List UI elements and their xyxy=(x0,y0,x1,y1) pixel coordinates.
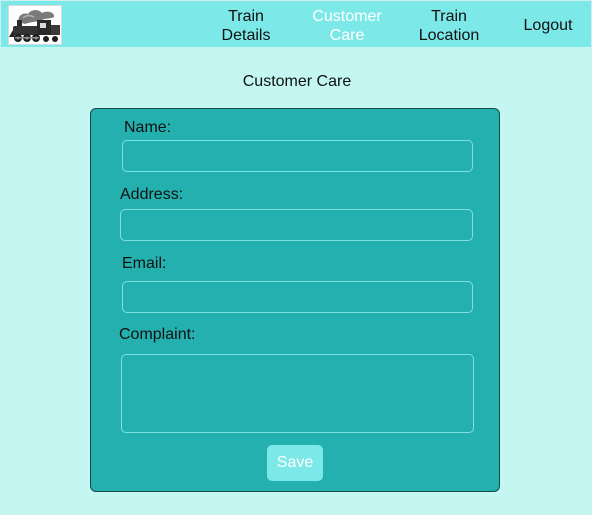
email-label: Email: xyxy=(122,255,167,272)
nav-train-location[interactable]: Train Location xyxy=(409,7,489,45)
nav-train-location-line1: Train xyxy=(431,8,467,25)
nav-customer-care-line2: Care xyxy=(329,27,365,44)
customer-care-page: Train Details Customer Care Train Locati… xyxy=(0,0,592,515)
complaint-label: Complaint: xyxy=(119,326,196,343)
navbar: Train Details Customer Care Train Locati… xyxy=(1,1,591,47)
address-input[interactable] xyxy=(120,209,473,241)
complaint-textarea[interactable] xyxy=(121,354,474,433)
nav-train-details[interactable]: Train Details xyxy=(208,7,284,45)
nav-customer-care-line1: Customer xyxy=(312,8,382,25)
logout-link[interactable]: Logout xyxy=(515,16,581,35)
name-label: Name: xyxy=(124,119,172,136)
save-button[interactable]: Save xyxy=(267,445,323,481)
name-input[interactable] xyxy=(122,140,473,172)
train-icon xyxy=(9,6,61,44)
nav-train-details-line2: Details xyxy=(221,27,271,44)
nav-train-details-line1: Train xyxy=(228,8,264,25)
address-label: Address: xyxy=(120,186,184,203)
page-title: Customer Care xyxy=(242,73,352,90)
nav-customer-care[interactable]: Customer Care xyxy=(303,7,391,45)
email-input[interactable] xyxy=(122,281,473,313)
train-logo[interactable] xyxy=(8,5,62,45)
customer-care-form: Name: Address: Email: Complaint: Save xyxy=(90,108,500,492)
nav-train-location-line2: Location xyxy=(418,27,480,44)
